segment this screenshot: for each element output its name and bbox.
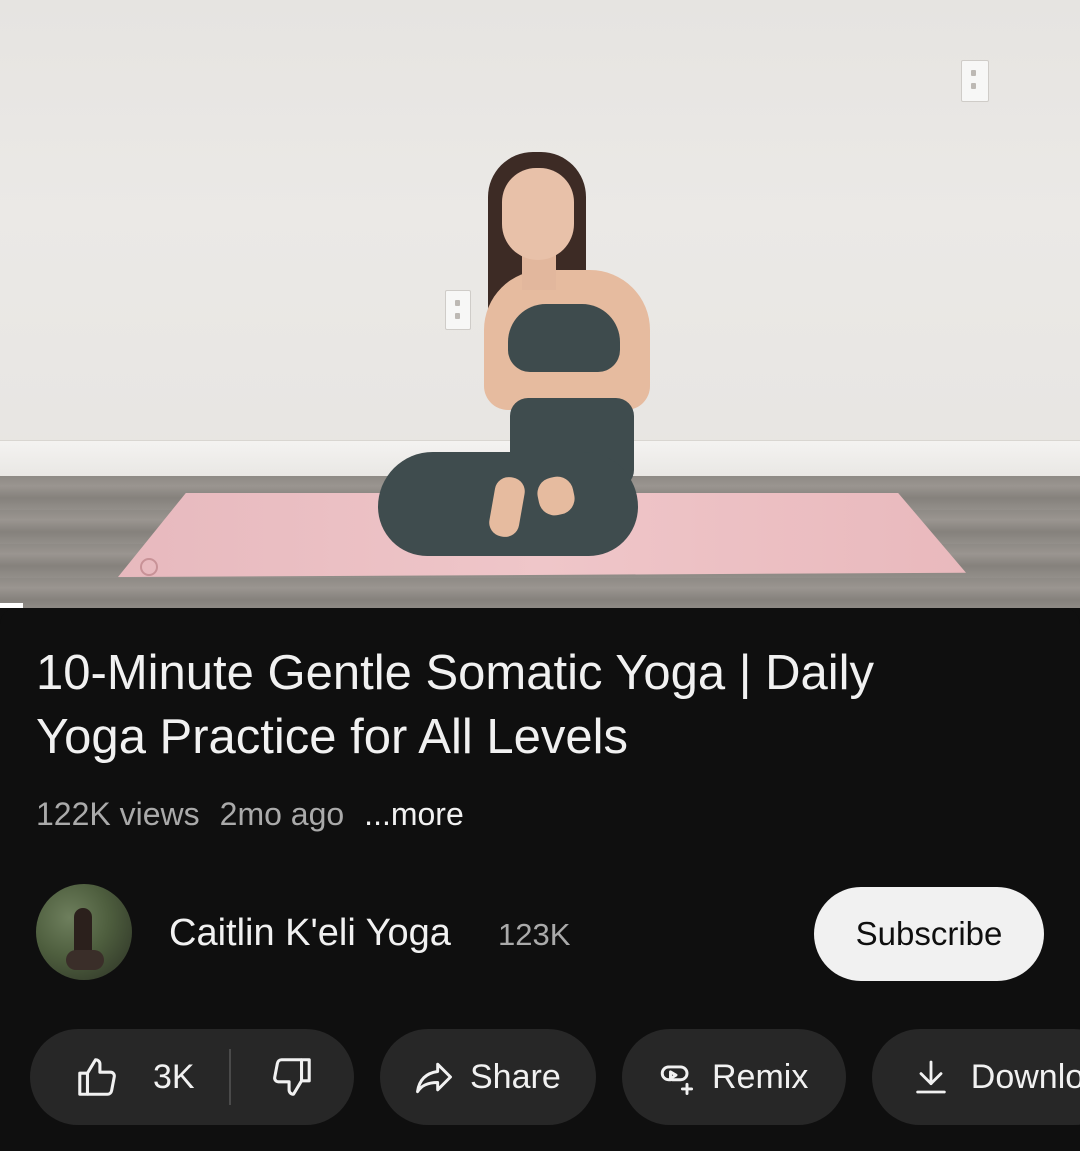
remix-button[interactable]: Remix [622, 1029, 846, 1125]
share-button[interactable]: Share [380, 1029, 596, 1125]
video-meta: 122K views 2mo ago ...more [36, 796, 464, 832]
download-icon [910, 1053, 953, 1101]
like-count: 3K [153, 1057, 195, 1096]
video-title[interactable]: 10-Minute Gentle Somatic Yoga | Daily Yo… [36, 641, 996, 769]
like-dislike-pill: 3K [30, 1029, 354, 1125]
video-title-line-1: 10-Minute Gentle Somatic Yoga | Daily [36, 646, 875, 700]
channel-avatar[interactable] [36, 884, 132, 980]
channel-name[interactable]: Caitlin K'eli Yoga [169, 912, 451, 955]
thumbs-up-icon[interactable] [74, 1053, 122, 1101]
share-arrow-icon [410, 1053, 458, 1101]
video-title-line-2: Yoga Practice for All Levels [36, 710, 628, 764]
avatar-figure-base [66, 950, 104, 970]
thumbs-down-icon[interactable] [267, 1053, 315, 1101]
download-button[interactable]: Download [872, 1029, 1080, 1125]
video-player[interactable] [0, 0, 1080, 608]
more-link[interactable]: ...more [364, 796, 464, 833]
subscriber-count: 123K [498, 917, 571, 952]
light-switch [961, 60, 989, 102]
share-label: Share [470, 1057, 561, 1096]
upload-age: 2mo ago [219, 795, 345, 832]
person-face [502, 168, 574, 260]
like-divider [228, 1049, 231, 1105]
download-label: Download [970, 1057, 1080, 1096]
mat-logo [140, 558, 158, 576]
remix-icon [652, 1053, 700, 1101]
channel-row: Caitlin K'eli Yoga 123K Subscribe [36, 884, 1044, 984]
person-top [508, 304, 620, 372]
subscribe-button[interactable]: Subscribe [814, 887, 1044, 981]
action-bar: 3K Share Remix Downlo [30, 1029, 1080, 1125]
view-count: 122K views [36, 795, 200, 832]
video-person [370, 152, 650, 562]
app-root: 10-Minute Gentle Somatic Yoga | Daily Yo… [0, 0, 1080, 1151]
remix-label: Remix [712, 1057, 809, 1096]
